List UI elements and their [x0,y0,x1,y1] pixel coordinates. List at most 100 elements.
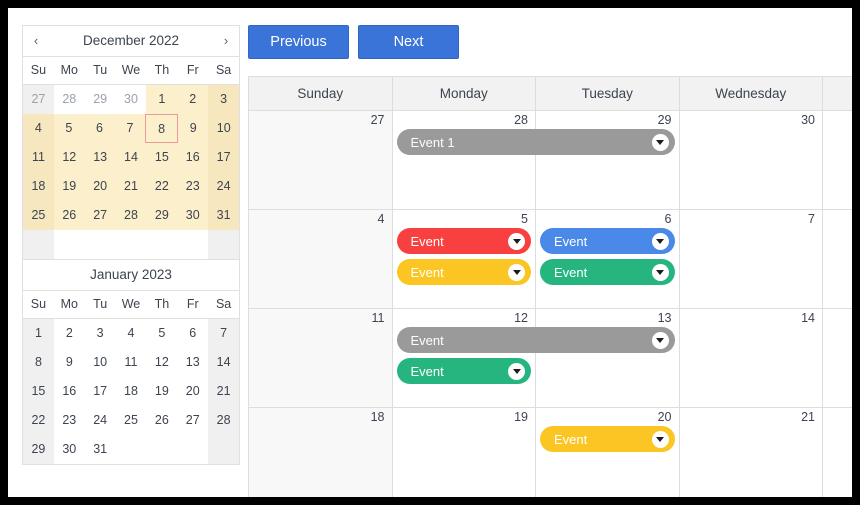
mini-calendar-title[interactable]: January 2023 [49,260,213,290]
prev-month-icon[interactable]: ‹ [23,26,49,56]
mini-calendar-day[interactable]: 13 [177,348,208,377]
mini-calendar-day[interactable]: 19 [146,377,177,406]
mini-calendar-day[interactable]: 6 [177,319,208,348]
mini-calendar-day[interactable]: 1 [23,319,54,348]
mini-calendar-day[interactable]: 21 [208,377,239,406]
day-cell[interactable] [823,111,852,209]
mini-calendar-day[interactable]: 14 [208,348,239,377]
day-cell[interactable] [823,309,852,407]
chevron-down-icon[interactable] [508,264,525,281]
calendar-event[interactable]: Event [540,426,675,452]
chevron-down-icon[interactable] [652,134,669,151]
mini-calendar-day[interactable]: 24 [208,172,239,201]
mini-calendar-day[interactable]: 30 [54,435,85,464]
day-cell[interactable]: 28 [393,111,537,209]
day-cell[interactable] [823,408,852,497]
mini-calendar-day[interactable]: 10 [208,114,239,143]
calendar-event[interactable]: Event [397,358,532,384]
previous-button[interactable]: Previous [248,25,349,59]
mini-calendar-day[interactable]: 29 [23,435,54,464]
mini-calendar-day[interactable]: 22 [23,406,54,435]
mini-calendar-day[interactable]: 18 [116,377,147,406]
mini-calendar-day[interactable]: 2 [177,85,208,114]
mini-calendar-day[interactable]: 23 [177,172,208,201]
mini-calendar-day[interactable]: 5 [146,319,177,348]
mini-calendar-day[interactable]: 30 [177,201,208,230]
mini-calendar-day[interactable]: 15 [23,377,54,406]
mini-calendar-day[interactable]: 27 [23,85,54,114]
mini-calendar-day[interactable]: 27 [177,406,208,435]
chevron-down-icon[interactable] [508,233,525,250]
mini-calendar-day[interactable]: 28 [208,406,239,435]
mini-calendar-day[interactable]: 26 [54,201,85,230]
mini-calendar-day[interactable]: 1 [146,85,177,114]
day-cell[interactable]: 27 [249,111,393,209]
mini-calendar-day[interactable]: 8 [23,348,54,377]
mini-calendar-day[interactable]: 20 [85,172,116,201]
mini-calendar-day[interactable]: 11 [23,143,54,172]
mini-calendar-day[interactable]: 8 [145,114,178,143]
chevron-down-icon[interactable] [652,264,669,281]
mini-calendar-day[interactable]: 15 [146,143,177,172]
day-cell[interactable]: 21 [680,408,824,497]
day-cell[interactable]: 19 [393,408,537,497]
mini-calendar-day[interactable]: 22 [146,172,177,201]
mini-calendar-day[interactable]: 3 [85,319,116,348]
day-cell[interactable]: 20 [536,408,680,497]
mini-calendar-day[interactable]: 16 [54,377,85,406]
mini-calendar-day[interactable]: 20 [177,377,208,406]
mini-calendar-day[interactable]: 29 [85,85,116,114]
mini-calendar-day[interactable]: 19 [54,172,85,201]
next-month-icon[interactable]: › [213,26,239,56]
chevron-down-icon[interactable] [652,332,669,349]
day-cell[interactable]: 14 [680,309,824,407]
mini-calendar-day[interactable]: 17 [208,143,239,172]
mini-calendar-day[interactable]: 18 [23,172,54,201]
day-cell[interactable]: 18 [249,408,393,497]
chevron-down-icon[interactable] [508,363,525,380]
mini-calendar-day[interactable]: 23 [54,406,85,435]
calendar-event[interactable]: Event [397,259,532,285]
mini-calendar-day[interactable]: 30 [116,85,147,114]
day-cell[interactable] [823,210,852,308]
day-cell[interactable]: 13 [536,309,680,407]
next-button[interactable]: Next [358,25,459,59]
day-cell[interactable]: 29 [536,111,680,209]
mini-calendar-day[interactable]: 31 [208,201,239,230]
mini-calendar-day[interactable]: 13 [85,143,116,172]
mini-calendar-day[interactable]: 9 [178,114,209,143]
calendar-event[interactable]: Event [397,228,532,254]
mini-calendar-day[interactable]: 25 [23,201,54,230]
mini-calendar-day[interactable]: 9 [54,348,85,377]
day-cell[interactable]: 30 [680,111,824,209]
mini-calendar-title[interactable]: December 2022 [49,26,213,56]
mini-calendar-day[interactable]: 7 [208,319,239,348]
day-cell[interactable]: 4 [249,210,393,308]
mini-calendar-day[interactable]: 6 [84,114,115,143]
mini-calendar-day[interactable]: 31 [85,435,116,464]
mini-calendar-day[interactable]: 21 [116,172,147,201]
mini-calendar-day[interactable]: 7 [115,114,146,143]
mini-calendar-day[interactable]: 2 [54,319,85,348]
mini-calendar-day[interactable]: 4 [116,319,147,348]
calendar-event[interactable]: Event [397,327,675,353]
day-cell[interactable]: 7 [680,210,824,308]
mini-calendar-day[interactable]: 29 [146,201,177,230]
mini-calendar-day[interactable]: 12 [146,348,177,377]
mini-calendar-day[interactable]: 12 [54,143,85,172]
mini-calendar-day[interactable]: 26 [146,406,177,435]
mini-calendar-day[interactable]: 4 [23,114,54,143]
chevron-down-icon[interactable] [652,233,669,250]
mini-calendar-day[interactable]: 25 [116,406,147,435]
mini-calendar-day[interactable]: 14 [116,143,147,172]
mini-calendar-day[interactable]: 27 [85,201,116,230]
calendar-event[interactable]: Event [540,228,675,254]
chevron-down-icon[interactable] [652,431,669,448]
mini-calendar-day[interactable]: 5 [54,114,85,143]
mini-calendar-day[interactable]: 16 [177,143,208,172]
mini-calendar-day[interactable]: 10 [85,348,116,377]
calendar-event[interactable]: Event [540,259,675,285]
calendar-event[interactable]: Event 1 [397,129,675,155]
mini-calendar-day[interactable]: 11 [116,348,147,377]
mini-calendar-day[interactable]: 28 [116,201,147,230]
